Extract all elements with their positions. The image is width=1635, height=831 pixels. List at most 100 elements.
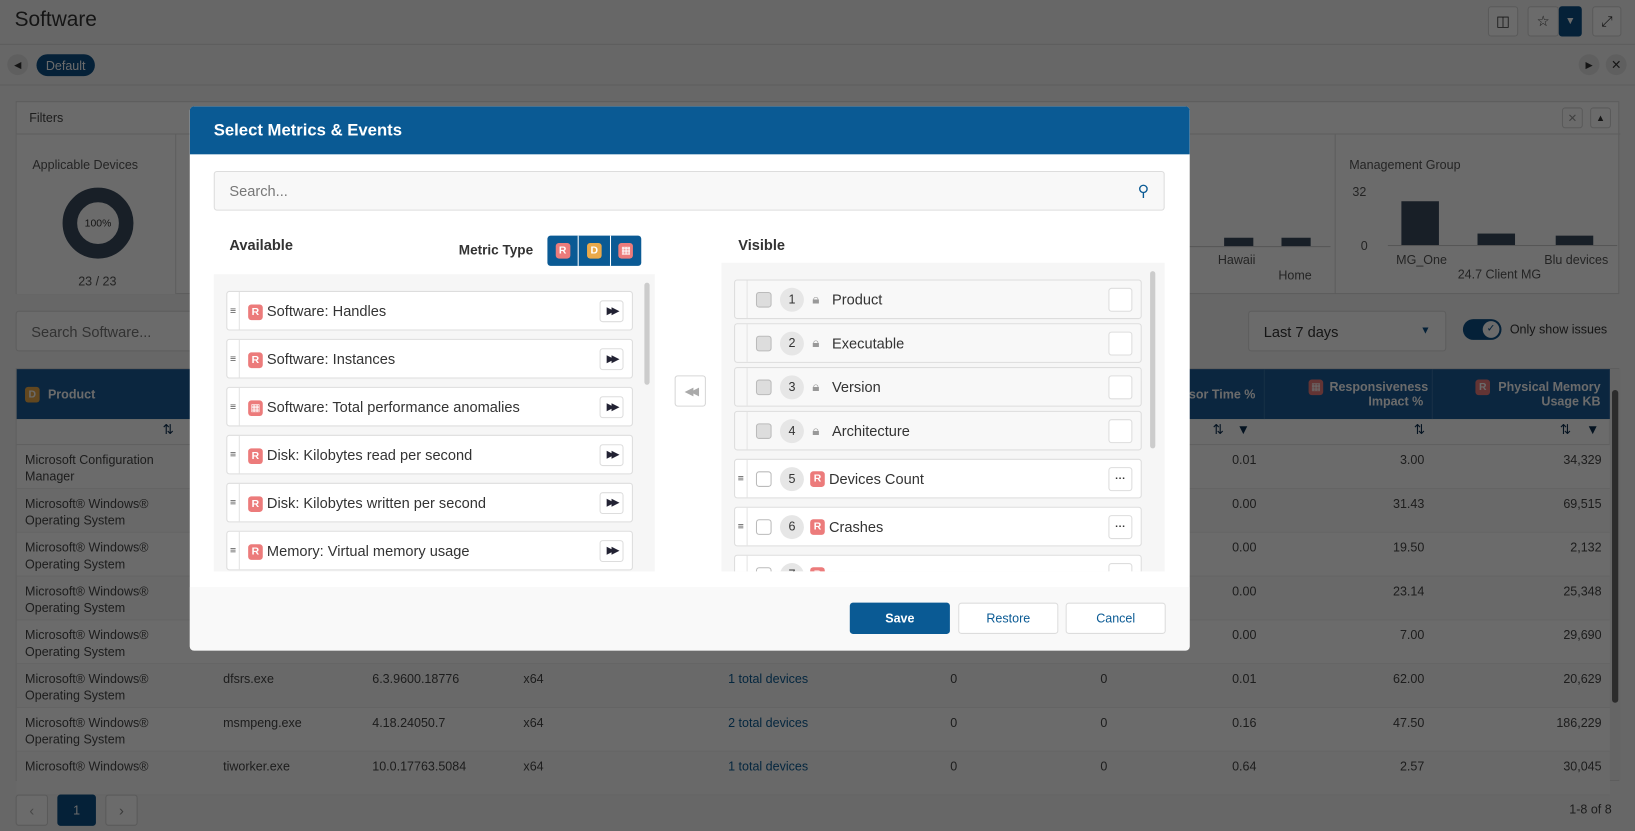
filter-icon[interactable]: ▼	[1586, 421, 1599, 437]
sort-icon[interactable]: ⇅	[163, 421, 174, 438]
available-metric-item[interactable]: ≡ ▦ Software: Total performance anomalies…	[226, 386, 633, 427]
drag-handle-icon[interactable]: ≡	[227, 531, 240, 570]
prev-page-button[interactable]: ‹	[15, 794, 48, 826]
applicable-devices-card[interactable]: Applicable Devices 100% 23 / 23	[16, 134, 177, 295]
clear-filters-button[interactable]: ✕	[1561, 107, 1583, 129]
management-group-card: Management Group 32 0 MG_One 24.7 Client…	[1336, 135, 1620, 295]
row-checkbox[interactable]	[755, 470, 772, 487]
drag-handle-icon[interactable]: ≡	[227, 291, 240, 330]
sort-icon[interactable]: ⇅	[1560, 421, 1571, 438]
remove-all-button[interactable]: ◀◀	[674, 375, 706, 407]
row-checkbox[interactable]	[755, 422, 772, 439]
cell-product: Microsoft® Windows® Operating System	[25, 671, 149, 703]
table-row[interactable]: Microsoft® Windows® tiworker.exe 10.0.1776…	[16, 751, 1610, 796]
visible-metric-item[interactable]: ≡ 6 R Crashes ···	[734, 506, 1142, 547]
cell-product: Microsoft® Windows® Operating System	[25, 583, 149, 616]
only-issues-toggle[interactable]: ✓	[1462, 319, 1502, 340]
save-button[interactable]: Save	[849, 602, 950, 634]
bar-hawaii[interactable]	[1224, 237, 1254, 247]
column-header-product[interactable]: D Product	[16, 369, 215, 420]
filter-icon[interactable]: ▼	[1237, 421, 1250, 437]
favorites-dropdown-button[interactable]: ▼	[1558, 6, 1582, 37]
visible-metric-item[interactable]: 4 🔒︎ Architecture	[734, 410, 1142, 451]
available-scrollbar[interactable]	[644, 282, 650, 385]
bar-mg_one[interactable]	[1401, 201, 1439, 246]
applicable-devices-count: 23 / 23	[78, 274, 117, 289]
cell-arch: x64	[523, 671, 544, 687]
bar-home[interactable]	[1281, 237, 1311, 247]
column-header-physical[interactable]: R Physical Memory Usage KB	[1432, 369, 1610, 420]
add-metric-icon[interactable]: ▶▶	[599, 444, 624, 467]
available-metric-item[interactable]: ≡ R Disk: Kilobytes read per second ▶▶	[226, 434, 633, 475]
cell-responsiveness: 7.00	[1399, 627, 1425, 643]
more-options-icon[interactable]: ···	[1108, 563, 1133, 572]
row-checkbox[interactable]	[755, 291, 772, 308]
collapse-filters-button[interactable]: ▲	[1590, 107, 1611, 129]
drag-handle-icon[interactable]: ≡	[227, 387, 240, 426]
drag-handle-icon[interactable]: ≡	[227, 339, 240, 378]
table-scrollbar[interactable]	[1609, 369, 1621, 780]
bar-24-7-client-mg[interactable]	[1477, 233, 1516, 246]
add-metric-icon[interactable]: ▶▶	[599, 300, 624, 323]
add-metric-icon[interactable]: ▶▶	[599, 492, 624, 515]
table-row[interactable]: Microsoft® Windows® Operating System dfsr…	[16, 664, 1610, 708]
search-placeholder: Search...	[229, 182, 288, 200]
metric-type-windows[interactable]: ▦	[611, 236, 642, 266]
cell-devices[interactable]: 2 total devices	[668, 708, 816, 737]
r-badge-icon: R	[248, 352, 263, 369]
drag-handle-icon[interactable]: ≡	[735, 555, 748, 572]
r-badge-icon: R	[810, 470, 825, 487]
metric-type-r[interactable]: R	[547, 235, 580, 266]
more-options-icon[interactable]: ···	[1108, 515, 1133, 540]
cell-executable: dfsrs.exe	[223, 671, 274, 687]
available-metric-item[interactable]: ≡ R Software: Instances ▶▶	[226, 338, 633, 379]
time-range-select[interactable]: Last 7 days ▼	[1248, 310, 1447, 352]
drag-handle-icon[interactable]: ≡	[227, 483, 240, 522]
add-metric-icon[interactable]: ▶▶	[599, 396, 624, 419]
view-tab-default[interactable]: Default	[36, 54, 95, 77]
star-icon[interactable]: ☆	[1527, 6, 1559, 37]
available-metric-item[interactable]: ≡ R Memory: Virtual memory usage ▶▶	[226, 530, 633, 571]
page-1-button[interactable]: 1	[57, 794, 96, 826]
scroll-left-icon[interactable]: ◀	[7, 54, 29, 76]
scroll-right-icon[interactable]: ▶	[1578, 54, 1600, 76]
metric-type-d[interactable]: D	[579, 235, 611, 266]
visible-metric-item[interactable]: 2 🔒︎ Executable	[734, 323, 1142, 363]
expand-icon[interactable]: ⤢	[1592, 6, 1622, 37]
restore-button[interactable]: Restore	[958, 602, 1059, 634]
available-metric-item[interactable]: ≡ R Disk: Kilobytes written per second ▶▶	[226, 482, 633, 523]
available-metric-item[interactable]: ≡ R Software: Handles ▶▶	[226, 290, 633, 331]
sort-icon[interactable]: ⇅	[1414, 421, 1425, 438]
row-checkbox[interactable]	[755, 518, 772, 535]
visible-metric-item[interactable]: 1 🔒︎ Product	[734, 279, 1142, 320]
add-metric-icon[interactable]: ▶▶	[599, 348, 624, 371]
cell-product: Microsoft® Windows® Operating System	[25, 627, 149, 659]
visible-metric-item[interactable]: ≡ 5 R Devices Count ···	[734, 458, 1142, 499]
visible-metric-item[interactable]: 3 🔒︎ Version	[734, 367, 1142, 407]
columns-icon[interactable]: ◫	[1487, 6, 1519, 37]
column-header-responsiveness[interactable]: ▦ Responsiveness Impact %	[1264, 369, 1433, 420]
drag-handle-icon[interactable]: ≡	[227, 435, 240, 474]
filters-title: Filters	[29, 110, 64, 126]
search-icon[interactable]: ⚲	[1138, 181, 1149, 200]
visible-metric-item[interactable]: ≡ 7 R ···	[734, 554, 1142, 572]
close-icon[interactable]: ✕	[1605, 54, 1627, 76]
cancel-button[interactable]: Cancel	[1065, 602, 1166, 634]
row-checkbox[interactable]	[755, 335, 772, 351]
bar-blu-devices[interactable]	[1555, 235, 1594, 246]
more-options-icon[interactable]: ···	[1108, 467, 1133, 492]
row-checkbox[interactable]	[755, 566, 772, 572]
search-software-input[interactable]: Search Software...	[15, 310, 204, 352]
sort-icon[interactable]: ⇅	[1213, 421, 1224, 438]
next-page-button[interactable]: ›	[105, 794, 138, 826]
add-metric-icon[interactable]: ▶▶	[599, 540, 624, 563]
row-checkbox[interactable]	[755, 379, 772, 395]
drag-handle-icon[interactable]: ≡	[735, 507, 748, 546]
cell-devices[interactable]: 1 total devices	[668, 664, 816, 693]
cell-responsiveness: 62.00	[1393, 671, 1425, 687]
metric-search-input[interactable]: Search... ⚲	[213, 171, 1165, 211]
table-row[interactable]: Microsoft® Windows® Operating System msmp…	[16, 707, 1610, 752]
visible-scrollbar[interactable]	[1150, 271, 1156, 449]
drag-handle-icon[interactable]: ≡	[735, 459, 748, 498]
cell-devices[interactable]: 1 total devices	[668, 752, 816, 781]
